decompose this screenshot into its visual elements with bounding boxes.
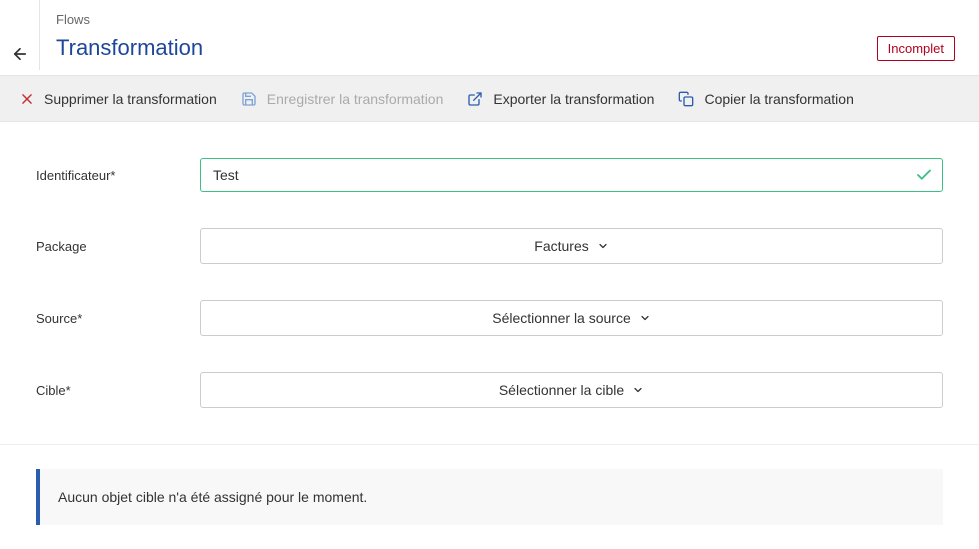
copy-transformation-button[interactable]: Copier la transformation <box>678 91 853 107</box>
export-icon <box>467 91 483 107</box>
chevron-down-icon <box>597 240 609 252</box>
toolbar-label: Copier la transformation <box>704 91 853 107</box>
form-section: Identificateur* Package Factures Source*… <box>0 122 979 445</box>
toolbar-label: Supprimer la transformation <box>44 91 217 107</box>
target-label: Cible* <box>36 383 200 398</box>
export-transformation-button[interactable]: Exporter la transformation <box>467 91 654 107</box>
source-select[interactable]: Sélectionner la source <box>200 300 943 336</box>
status-badge: Incomplet <box>877 36 955 61</box>
save-icon <box>241 91 257 107</box>
toolbar-label: Exporter la transformation <box>493 91 654 107</box>
select-placeholder: Sélectionner la source <box>492 310 631 326</box>
select-value: Factures <box>534 238 588 254</box>
info-text: Aucun objet cible n'a été assigné pour l… <box>58 489 367 505</box>
chevron-down-icon <box>632 384 644 396</box>
select-placeholder: Sélectionner la cible <box>499 382 624 398</box>
arrow-left-icon <box>11 45 29 63</box>
toolbar: Supprimer la transformation Enregistrer … <box>0 76 979 122</box>
package-label: Package <box>36 239 200 254</box>
source-label: Source* <box>36 311 200 326</box>
toolbar-label: Enregistrer la transformation <box>267 91 444 107</box>
check-icon <box>915 166 933 184</box>
info-message: Aucun objet cible n'a été assigné pour l… <box>36 469 943 525</box>
chevron-down-icon <box>639 312 651 324</box>
save-transformation-button: Enregistrer la transformation <box>241 91 444 107</box>
close-icon <box>20 92 34 106</box>
back-button[interactable] <box>11 45 29 63</box>
breadcrumb[interactable]: Flows <box>56 12 963 27</box>
package-select[interactable]: Factures <box>200 228 943 264</box>
identifier-input[interactable] <box>200 158 943 192</box>
delete-transformation-button[interactable]: Supprimer la transformation <box>20 91 217 107</box>
target-select[interactable]: Sélectionner la cible <box>200 372 943 408</box>
copy-icon <box>678 91 694 107</box>
page-title: Transformation <box>56 35 203 61</box>
identifier-label: Identificateur* <box>36 168 200 183</box>
